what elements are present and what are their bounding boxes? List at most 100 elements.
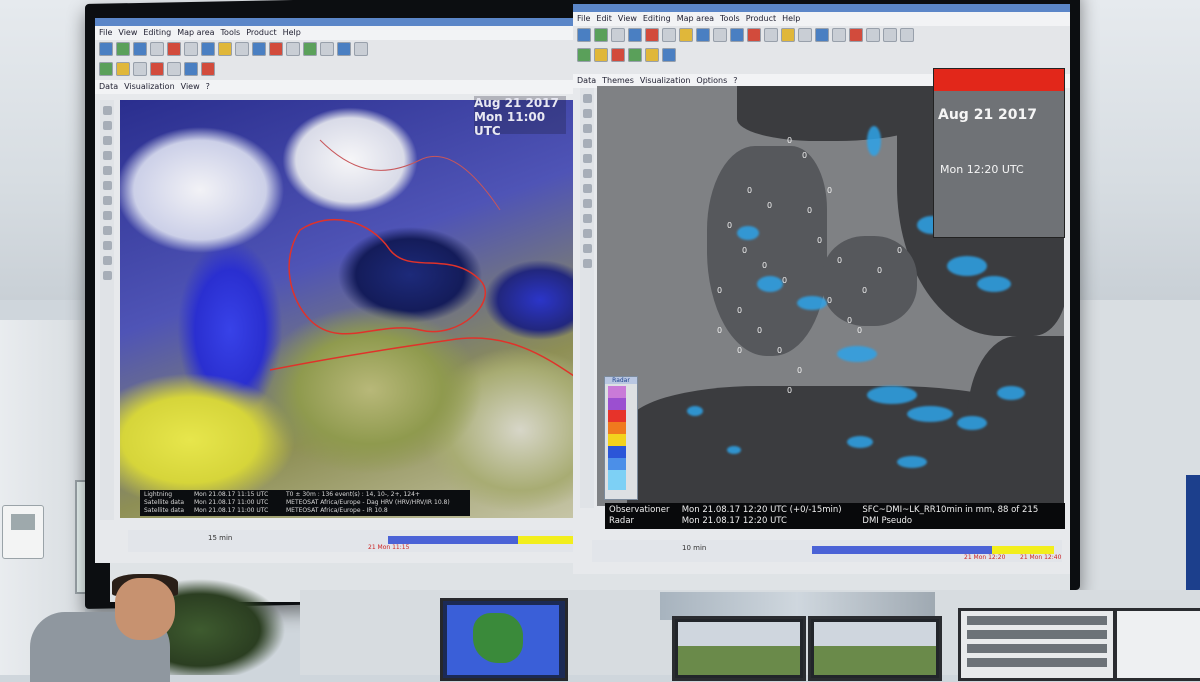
tool-icon[interactable]: [102, 181, 112, 190]
tool-icon[interactable]: [582, 214, 592, 223]
tool-icon[interactable]: [102, 226, 112, 235]
toolbar-button[interactable]: [167, 42, 181, 56]
menu-item[interactable]: Help: [283, 28, 301, 37]
tool-icon[interactable]: [102, 271, 112, 280]
toolbar-button[interactable]: [781, 28, 795, 42]
toolbar-button[interactable]: [218, 42, 232, 56]
tool-icon[interactable]: [582, 139, 592, 148]
toolbar-button[interactable]: [696, 28, 710, 42]
tool-icon[interactable]: [582, 109, 592, 118]
toolbar-button[interactable]: [577, 28, 591, 42]
menu-item[interactable]: View: [118, 28, 137, 37]
toolbar-button[interactable]: [201, 42, 215, 56]
toolbar-button[interactable]: [679, 28, 693, 42]
right-timeline[interactable]: 10 min 21 Mon 12:20 21 Mon 12:40: [592, 540, 1062, 562]
satellite-image[interactable]: [120, 100, 582, 518]
menu-item[interactable]: Tools: [720, 14, 740, 23]
tool-icon[interactable]: [582, 259, 592, 268]
tool-icon[interactable]: [102, 151, 112, 160]
toolbar-button[interactable]: [184, 42, 198, 56]
right-timeline-step[interactable]: 10 min: [682, 544, 706, 552]
menu-item[interactable]: Editing: [643, 14, 671, 23]
toolbar-button[interactable]: [645, 28, 659, 42]
tool-icon[interactable]: [582, 184, 592, 193]
tool-icon[interactable]: [582, 154, 592, 163]
left-timeline-current[interactable]: [518, 536, 574, 544]
toolbar-button[interactable]: [150, 42, 164, 56]
toolbar-button[interactable]: [235, 42, 249, 56]
menu-item[interactable]: Tools: [221, 28, 241, 37]
menu-item[interactable]: File: [99, 28, 112, 37]
tool-icon[interactable]: [102, 256, 112, 265]
menu-item[interactable]: Help: [782, 14, 800, 23]
tool-icon[interactable]: [102, 211, 112, 220]
tool-icon[interactable]: [582, 199, 592, 208]
toolbar-button[interactable]: [201, 62, 215, 76]
menu-item[interactable]: Edit: [596, 14, 612, 23]
toolbar-button[interactable]: [286, 42, 300, 56]
toolbar-button[interactable]: [611, 28, 625, 42]
toolbar-button[interactable]: [713, 28, 727, 42]
toolbar-button[interactable]: [252, 42, 266, 56]
tool-icon[interactable]: [102, 121, 112, 130]
menu-item[interactable]: Map area: [177, 28, 214, 37]
toolbar-button[interactable]: [577, 48, 591, 62]
toolbar-button[interactable]: [883, 28, 897, 42]
toolbar-button[interactable]: [798, 28, 812, 42]
right-timeline-range[interactable]: [812, 546, 992, 554]
toolbar-button[interactable]: [747, 28, 761, 42]
tool-icon[interactable]: [102, 166, 112, 175]
tool-icon[interactable]: [102, 106, 112, 115]
toolbar-button[interactable]: [764, 28, 778, 42]
tool-icon[interactable]: [102, 241, 112, 250]
toolbar-button[interactable]: [269, 42, 283, 56]
submenu-item[interactable]: Options: [696, 76, 727, 85]
menu-item[interactable]: Product: [246, 28, 276, 37]
toolbar-button[interactable]: [730, 28, 744, 42]
toolbar-button[interactable]: [337, 42, 351, 56]
toolbar-button[interactable]: [645, 48, 659, 62]
submenu-item[interactable]: Data: [99, 82, 118, 91]
toolbar-button[interactable]: [866, 28, 880, 42]
submenu-item[interactable]: Visualization: [124, 82, 175, 91]
tool-icon[interactable]: [582, 229, 592, 238]
menu-item[interactable]: Editing: [143, 28, 171, 37]
toolbar-button[interactable]: [662, 48, 676, 62]
submenu-item[interactable]: Themes: [602, 76, 634, 85]
toolbar-button[interactable]: [900, 28, 914, 42]
left-timeline-range[interactable]: [388, 536, 518, 544]
tool-icon[interactable]: [582, 124, 592, 133]
toolbar-button[interactable]: [99, 42, 113, 56]
tool-icon[interactable]: [102, 136, 112, 145]
menu-item[interactable]: Product: [746, 14, 776, 23]
toolbar-button[interactable]: [133, 62, 147, 76]
toolbar-button[interactable]: [150, 62, 164, 76]
toolbar-button[interactable]: [662, 28, 676, 42]
tool-icon[interactable]: [102, 196, 112, 205]
submenu-item[interactable]: ?: [206, 82, 210, 91]
toolbar-button[interactable]: [184, 62, 198, 76]
toolbar-button[interactable]: [354, 42, 368, 56]
toolbar-button[interactable]: [320, 42, 334, 56]
toolbar-button[interactable]: [116, 42, 130, 56]
tool-icon[interactable]: [582, 169, 592, 178]
toolbar-button[interactable]: [303, 42, 317, 56]
menu-item[interactable]: Map area: [677, 14, 714, 23]
toolbar-button[interactable]: [133, 42, 147, 56]
left-timeline-step[interactable]: 15 min: [208, 534, 232, 542]
submenu-item[interactable]: Visualization: [640, 76, 691, 85]
toolbar-button[interactable]: [832, 28, 846, 42]
submenu-item[interactable]: Data: [577, 76, 596, 85]
toolbar-button[interactable]: [611, 48, 625, 62]
submenu-item[interactable]: ?: [733, 76, 737, 85]
tool-icon[interactable]: [582, 244, 592, 253]
menu-item[interactable]: View: [618, 14, 637, 23]
toolbar-button[interactable]: [628, 28, 642, 42]
tool-icon[interactable]: [582, 94, 592, 103]
toolbar-button[interactable]: [628, 48, 642, 62]
toolbar-button[interactable]: [594, 48, 608, 62]
submenu-item[interactable]: View: [181, 82, 200, 91]
toolbar-button[interactable]: [99, 62, 113, 76]
toolbar-button[interactable]: [116, 62, 130, 76]
toolbar-button[interactable]: [167, 62, 181, 76]
